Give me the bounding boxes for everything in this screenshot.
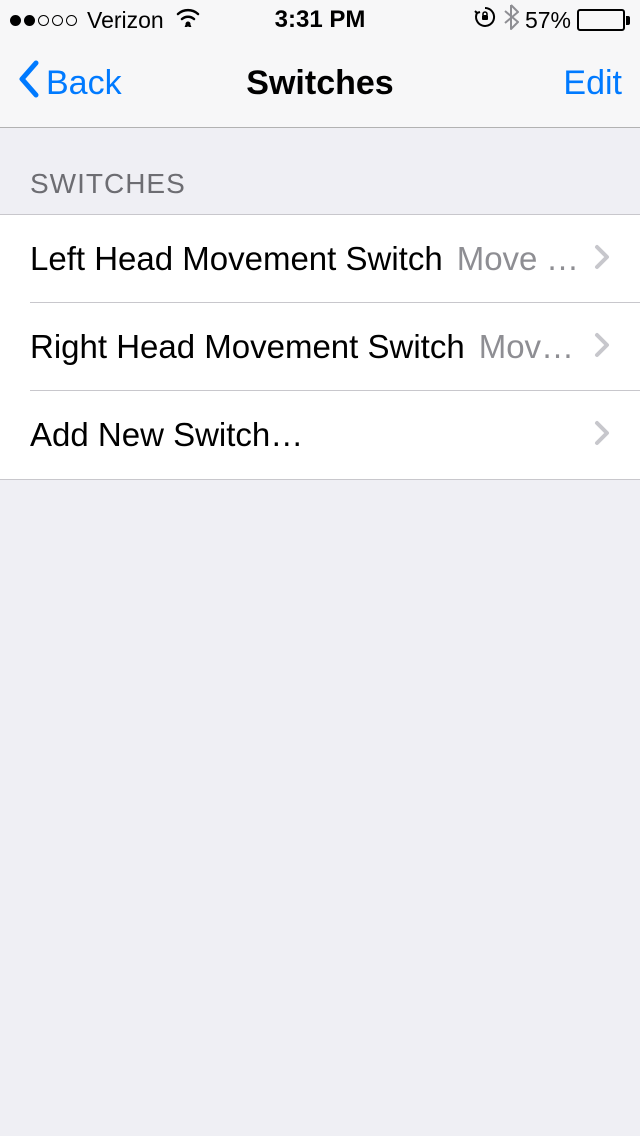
chevron-right-icon (594, 420, 610, 451)
status-left: Verizon (10, 6, 202, 34)
edit-button[interactable]: Edit (563, 64, 622, 103)
row-value: Move To Next Item (457, 240, 582, 278)
chevron-right-icon (594, 244, 610, 275)
orientation-lock-icon (473, 5, 497, 36)
row-label: Right Head Movement Switch (30, 328, 465, 366)
row-label: Left Head Movement Switch (30, 240, 443, 278)
carrier-label: Verizon (87, 7, 164, 34)
page-title: Switches (246, 64, 393, 103)
battery-percentage: 57% (525, 7, 571, 34)
switches-list: Left Head Movement Switch Move To Next I… (0, 214, 640, 480)
status-right: 57% (473, 4, 630, 37)
row-label: Add New Switch… (30, 416, 303, 454)
section-header: SWITCHES (0, 128, 640, 214)
chevron-right-icon (594, 332, 610, 363)
switch-row-left-head[interactable]: Left Head Movement Switch Move To Next I… (0, 215, 640, 303)
chevron-left-icon (18, 60, 40, 107)
bluetooth-icon (503, 4, 519, 37)
battery-icon (577, 9, 630, 31)
back-button[interactable]: Back (18, 60, 122, 107)
row-value: Move To Next Item (479, 328, 582, 366)
wifi-icon (174, 6, 202, 34)
status-time: 3:31 PM (275, 6, 366, 34)
switch-row-right-head[interactable]: Right Head Movement Switch Move To Next … (0, 303, 640, 391)
signal-strength-icon (10, 15, 77, 26)
navigation-bar: Back Switches Edit (0, 40, 640, 128)
add-new-switch-row[interactable]: Add New Switch… (0, 391, 640, 479)
status-bar: Verizon 3:31 PM 57% (0, 0, 640, 40)
back-label: Back (46, 64, 122, 103)
